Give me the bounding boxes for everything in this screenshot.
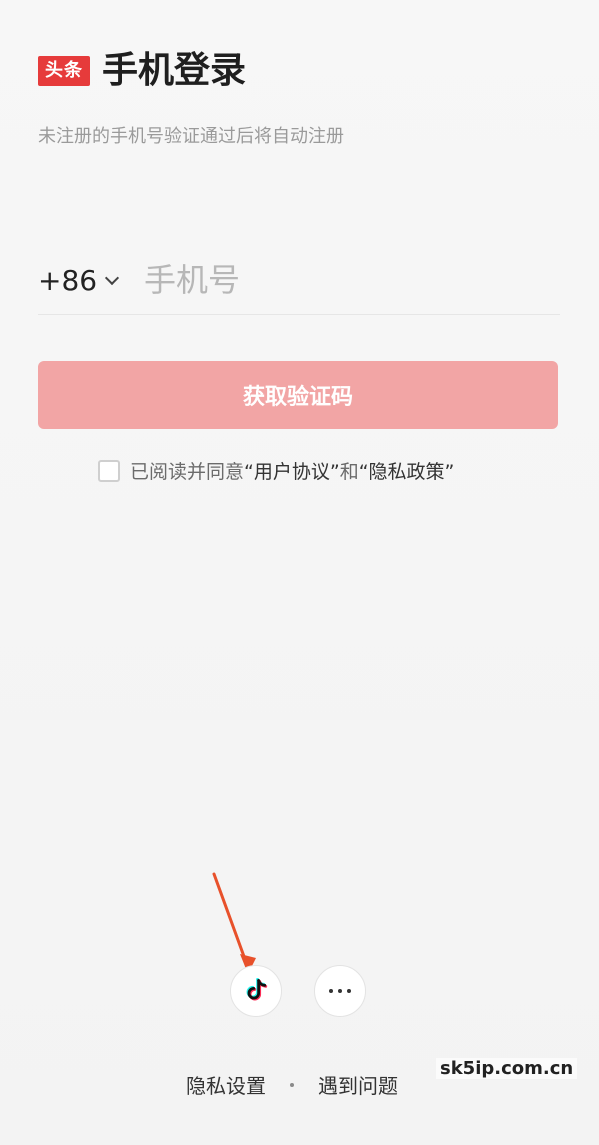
- privacy-settings-link[interactable]: 隐私设置: [186, 1070, 266, 1099]
- tiktok-login-button[interactable]: [230, 965, 282, 1017]
- agreement-checkbox[interactable]: [98, 459, 120, 482]
- page-subtitle: 未注册的手机号验证通过后将自动注册: [38, 126, 344, 147]
- tiktok-icon: [246, 978, 268, 1001]
- footer-links: 隐私设置 遇到问题: [186, 1070, 398, 1099]
- chevron-down-icon: [105, 270, 120, 286]
- more-login-options-button[interactable]: [314, 965, 366, 1017]
- watermark: sk5ip.com.cn: [436, 1058, 578, 1079]
- privacy-policy-link[interactable]: “隐私政策”: [359, 461, 455, 483]
- country-code-label: +86: [38, 263, 98, 297]
- user-agreement-link[interactable]: “用户协议”: [244, 461, 340, 483]
- social-login-row: [230, 965, 366, 1017]
- get-verification-code-button[interactable]: 获取验证码: [38, 361, 558, 429]
- footer-separator: [290, 1082, 294, 1087]
- header: 头条 手机登录: [38, 53, 246, 89]
- agreement-prefix: 已阅读并同意: [130, 461, 245, 483]
- login-page: 头条 手机登录 未注册的手机号验证通过后将自动注册 +86 获取验证码 已阅读并…: [0, 0, 599, 1145]
- phone-input-row: +86: [38, 246, 560, 315]
- more-icon: [329, 989, 351, 993]
- agreement-and: 和: [339, 461, 359, 483]
- need-help-link[interactable]: 遇到问题: [318, 1070, 398, 1099]
- phone-number-input[interactable]: [142, 254, 560, 306]
- agreement-text: 已阅读并同意“用户协议”和“隐私政策”: [130, 457, 454, 484]
- annotation-arrow: [212, 872, 256, 974]
- page-title: 手机登录: [102, 50, 247, 91]
- agreement-row: 已阅读并同意“用户协议”和“隐私政策”: [98, 457, 454, 484]
- country-code-selector[interactable]: +86: [38, 264, 130, 297]
- toutiao-logo: 头条: [38, 56, 90, 86]
